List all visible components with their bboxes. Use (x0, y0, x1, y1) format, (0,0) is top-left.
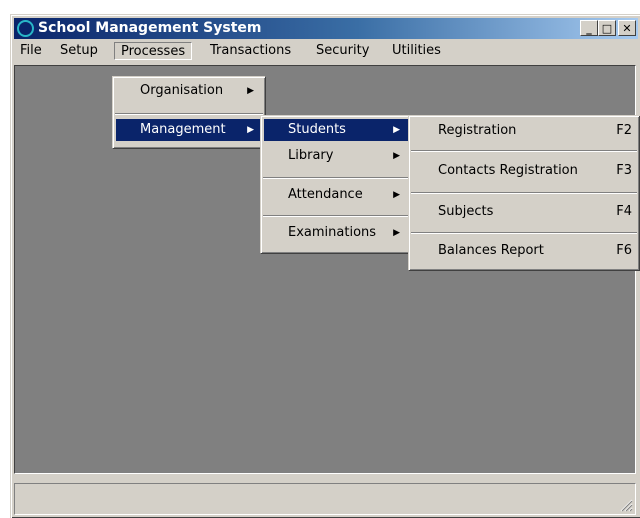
menu-item-label: Organisation (140, 83, 224, 98)
window-controls: _ □ ✕ (580, 20, 636, 37)
menu-item-label: Attendance (288, 187, 363, 202)
submenu-arrow-icon: ▶ (393, 190, 400, 200)
menu-item-management[interactable]: Management ▶ (116, 119, 262, 141)
menu-item-organisation[interactable]: Organisation ▶ (116, 80, 262, 102)
menu-item-label: Library (288, 148, 334, 163)
title-bar[interactable]: School Management System _ □ ✕ (14, 18, 638, 39)
menu-item-label: Students (288, 122, 346, 137)
status-bar (14, 483, 636, 515)
window-title: School Management System (38, 20, 262, 36)
processes-menu: Organisation ▶ Management ▶ (112, 76, 265, 148)
menu-separator (411, 192, 637, 194)
menu-item-label: Examinations (288, 225, 377, 240)
maximize-button[interactable]: □ (598, 20, 616, 36)
menu-item-label: Registration (438, 123, 517, 138)
menu-item-contacts-registration[interactable]: Contacts Registration F3 (412, 160, 636, 182)
menu-security[interactable]: Security (310, 42, 375, 60)
submenu-arrow-icon: ▶ (247, 86, 254, 96)
minimize-button[interactable]: _ (580, 20, 598, 36)
menu-item-label: Balances Report (438, 243, 544, 258)
menu-item-library[interactable]: Library ▶ (264, 145, 408, 167)
menu-item-subjects[interactable]: Subjects F4 (412, 201, 636, 223)
menu-item-label: Subjects (438, 204, 494, 219)
submenu-arrow-icon: ▶ (393, 228, 400, 238)
shortcut-key: F3 (616, 163, 632, 178)
submenu-arrow-icon: ▶ (393, 125, 400, 135)
submenu-arrow-icon: ▶ (393, 151, 400, 161)
shortcut-key: F6 (616, 243, 632, 258)
menu-separator (263, 177, 409, 179)
menu-item-attendance[interactable]: Attendance ▶ (264, 184, 408, 206)
menu-item-balances-report[interactable]: Balances Report F6 (412, 240, 636, 262)
menu-item-examinations[interactable]: Examinations ▶ (264, 222, 408, 244)
menu-separator (411, 232, 637, 234)
menu-item-label: Management (140, 122, 226, 137)
menu-item-students[interactable]: Students ▶ (264, 119, 408, 141)
menu-separator (263, 215, 409, 217)
shortcut-key: F4 (616, 204, 632, 219)
students-menu: Registration F2 Contacts Registration F3… (408, 115, 639, 270)
management-menu: Students ▶ Library ▶ Attendance ▶ Examin… (260, 115, 411, 253)
menu-setup[interactable]: Setup (54, 42, 104, 60)
menu-item-label: Contacts Registration (438, 163, 578, 178)
menu-separator (411, 150, 637, 152)
menu-separator (115, 113, 263, 115)
menu-processes[interactable]: Processes (114, 42, 193, 60)
close-button[interactable]: ✕ (618, 20, 636, 36)
resize-grip-icon[interactable] (619, 498, 633, 512)
menu-bar: File Setup Processes Transactions Securi… (14, 41, 638, 61)
menu-utilities[interactable]: Utilities (386, 42, 447, 60)
menu-transactions[interactable]: Transactions (204, 42, 297, 60)
shortcut-key: F2 (616, 123, 632, 138)
submenu-arrow-icon: ▶ (247, 125, 254, 135)
app-icon[interactable] (17, 20, 34, 37)
menu-item-registration[interactable]: Registration F2 (412, 120, 636, 142)
menu-file[interactable]: File (14, 42, 48, 60)
